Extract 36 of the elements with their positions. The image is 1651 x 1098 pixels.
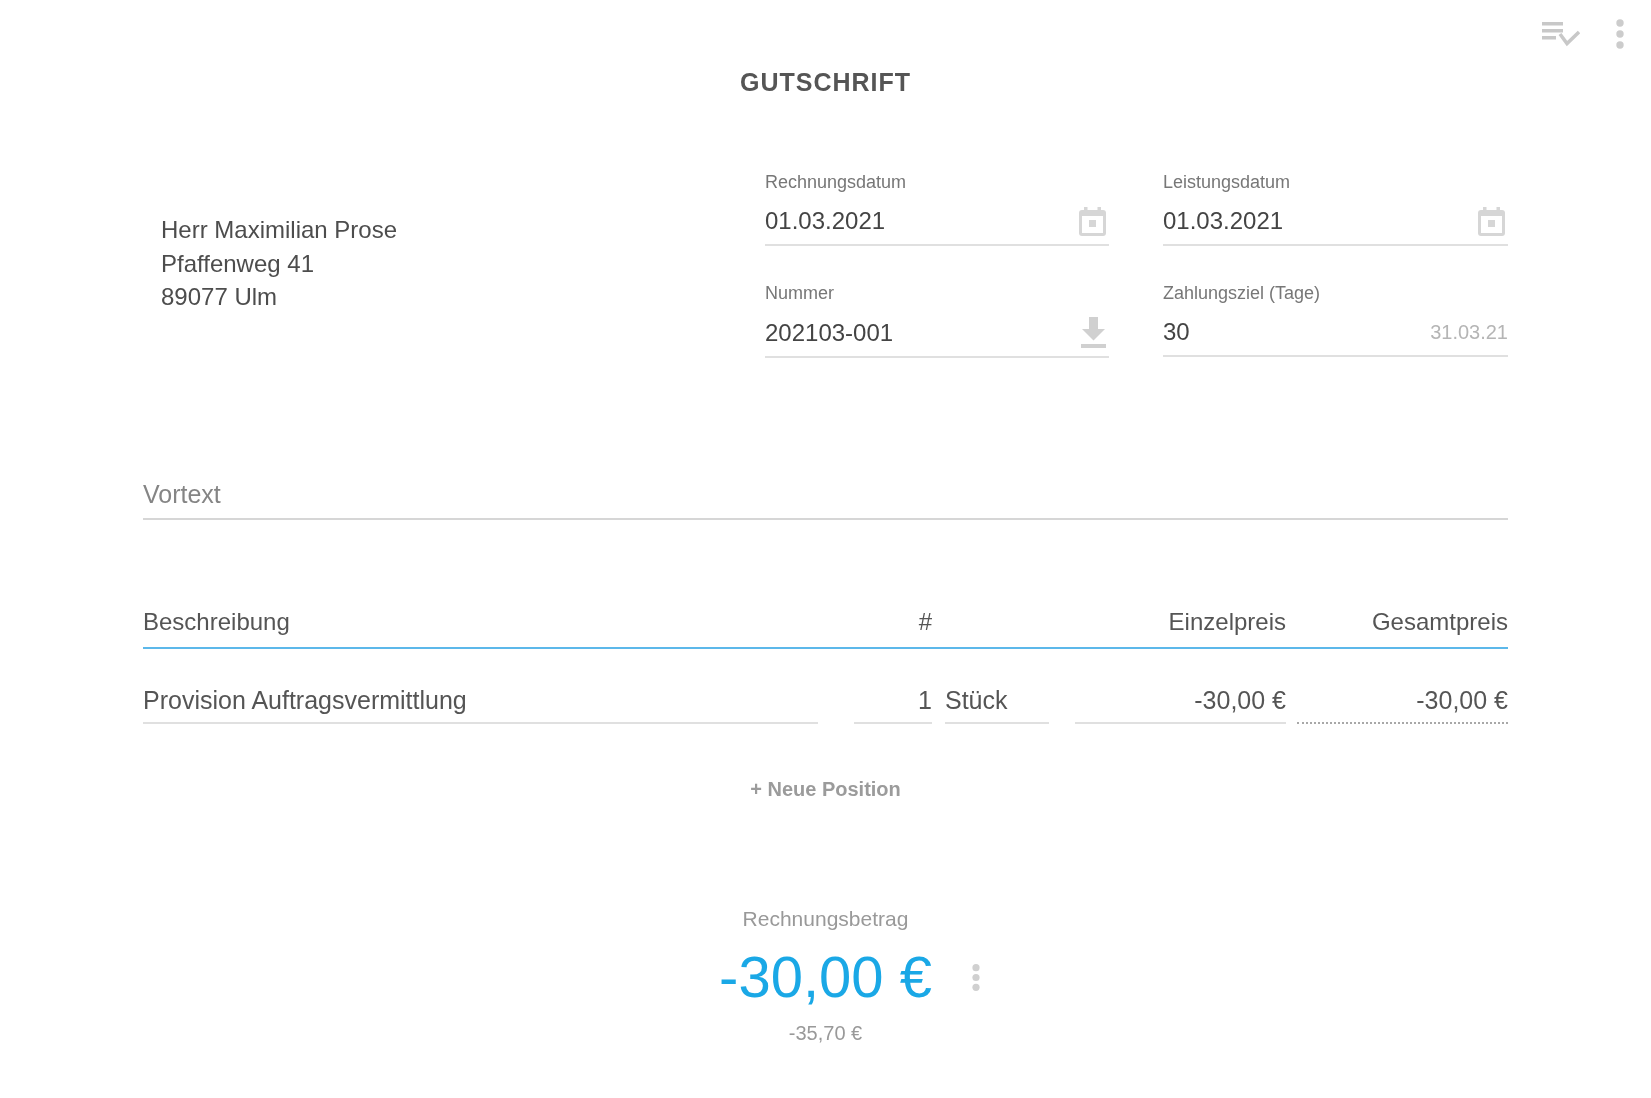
column-header: Einzelpreis bbox=[1168, 607, 1286, 637]
unit-price-field[interactable]: -30,00 € bbox=[1075, 685, 1286, 724]
number-field[interactable]: 202103-001 bbox=[765, 315, 1109, 358]
field-label: Rechnungsdatum bbox=[765, 172, 907, 192]
list-check-icon[interactable] bbox=[1542, 22, 1580, 47]
days-field[interactable]: 30 31.03.21 bbox=[1163, 315, 1508, 357]
date-field[interactable]: 01.03.2021 bbox=[765, 204, 1109, 246]
address-line: Pfaffenweg 41 bbox=[161, 249, 314, 277]
more-icon[interactable] bbox=[971, 963, 980, 991]
quantity-field[interactable]: 1 bbox=[854, 685, 932, 724]
description-field[interactable]: Provision Auftragsvermittlung bbox=[143, 685, 818, 724]
total-label: Rechnungsbetrag bbox=[742, 906, 909, 932]
days-input[interactable]: 30 bbox=[1163, 317, 1431, 347]
date-input[interactable]: 01.03.2021 bbox=[1163, 206, 1478, 236]
field-label: Leistungsdatum bbox=[1163, 172, 1291, 192]
gross-amount: -35,70 € bbox=[788, 1021, 863, 1045]
total-price-cell: -30,00 € bbox=[1297, 685, 1508, 724]
address-line: 89077 Ulm bbox=[161, 283, 278, 310]
column-header: Gesamtpreis bbox=[1371, 607, 1508, 637]
download-icon[interactable] bbox=[1081, 317, 1106, 348]
address-line: Herr Maximilian Prose bbox=[161, 216, 398, 243]
calendar-icon[interactable] bbox=[1079, 206, 1106, 236]
date-field[interactable]: 01.03.2021 bbox=[1163, 204, 1508, 246]
more-icon[interactable] bbox=[1616, 19, 1624, 49]
intro-text-field[interactable]: Vortext bbox=[143, 479, 1508, 520]
number-input[interactable]: 202103-001 bbox=[765, 317, 1081, 348]
field-label: Nummer bbox=[765, 283, 834, 303]
total-amount: -30,00 € bbox=[719, 944, 932, 1010]
unit-field[interactable]: Stück bbox=[945, 685, 1049, 724]
column-header: # bbox=[918, 607, 932, 637]
column-header: Beschreibung bbox=[143, 607, 290, 637]
date-input[interactable]: 01.03.2021 bbox=[765, 206, 1079, 236]
due-date-hint: 31.03.21 bbox=[1430, 320, 1508, 344]
field-label: Zahlungsziel (Tage) bbox=[1163, 283, 1321, 303]
document-title: GUTSCHRIFT bbox=[739, 67, 912, 97]
calendar-icon[interactable] bbox=[1478, 206, 1505, 236]
